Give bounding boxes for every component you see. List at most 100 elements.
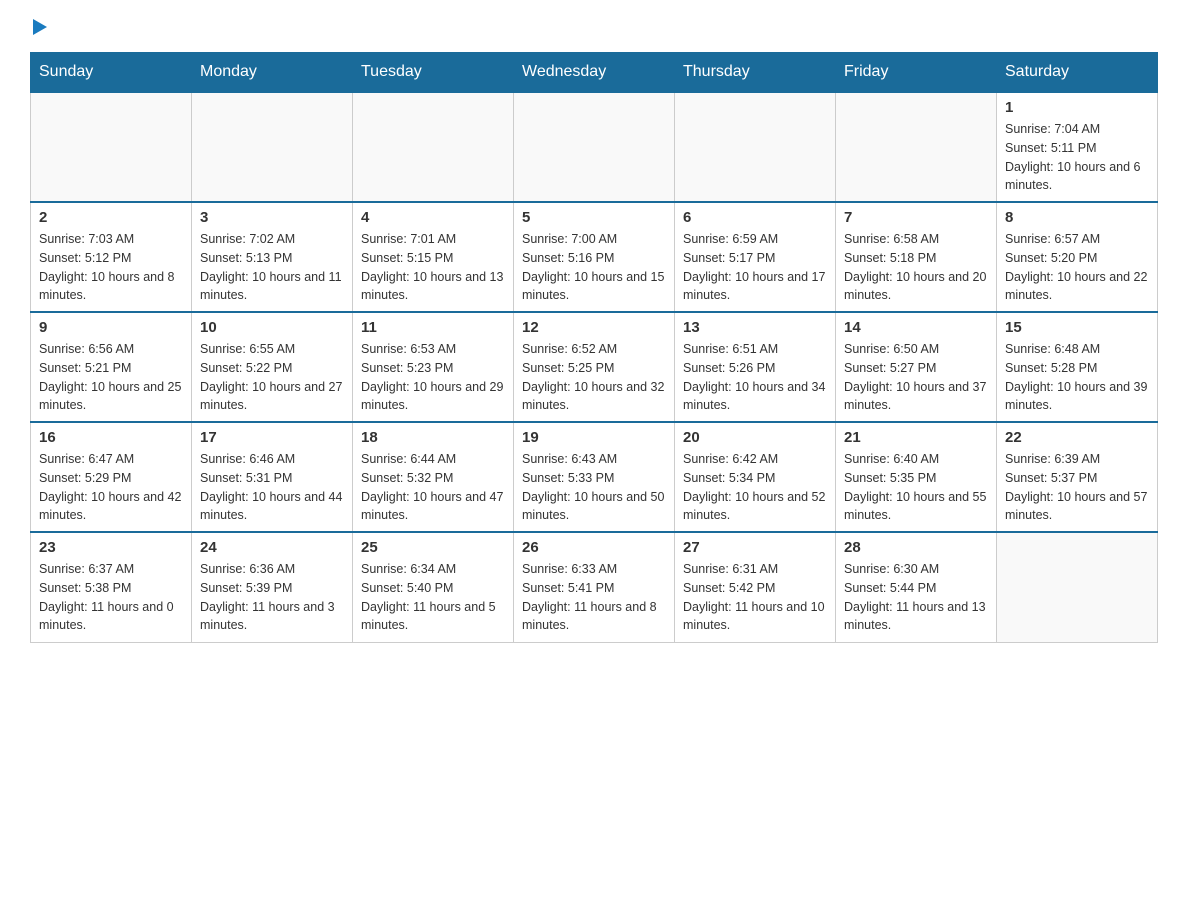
- day-number: 23: [39, 539, 183, 556]
- day-info: Sunrise: 6:37 AMSunset: 5:38 PMDaylight:…: [39, 560, 183, 635]
- calendar-cell: 26 Sunrise: 6:33 AMSunset: 5:41 PMDayligh…: [514, 532, 675, 642]
- day-number: 1: [1005, 99, 1149, 116]
- calendar-cell: 20 Sunrise: 6:42 AMSunset: 5:34 PMDayligh…: [675, 422, 836, 532]
- calendar-week-5: 23 Sunrise: 6:37 AMSunset: 5:38 PMDayligh…: [31, 532, 1158, 642]
- calendar-header: SundayMondayTuesdayWednesdayThursdayFrid…: [31, 53, 1158, 93]
- calendar-cell: 10 Sunrise: 6:55 AMSunset: 5:22 PMDayligh…: [192, 312, 353, 422]
- logo: [30, 20, 47, 36]
- calendar-cell: 23 Sunrise: 6:37 AMSunset: 5:38 PMDayligh…: [31, 532, 192, 642]
- calendar-cell: [31, 92, 192, 202]
- day-number: 6: [683, 209, 827, 226]
- day-info: Sunrise: 6:33 AMSunset: 5:41 PMDaylight:…: [522, 560, 666, 635]
- day-number: 10: [200, 319, 344, 336]
- day-of-week-thursday: Thursday: [675, 53, 836, 93]
- day-info: Sunrise: 6:48 AMSunset: 5:28 PMDaylight:…: [1005, 340, 1149, 415]
- calendar-cell: 24 Sunrise: 6:36 AMSunset: 5:39 PMDayligh…: [192, 532, 353, 642]
- day-info: Sunrise: 6:59 AMSunset: 5:17 PMDaylight:…: [683, 230, 827, 305]
- calendar-table: SundayMondayTuesdayWednesdayThursdayFrid…: [30, 52, 1158, 643]
- day-info: Sunrise: 7:02 AMSunset: 5:13 PMDaylight:…: [200, 230, 344, 305]
- calendar-cell: 17 Sunrise: 6:46 AMSunset: 5:31 PMDayligh…: [192, 422, 353, 532]
- day-info: Sunrise: 6:55 AMSunset: 5:22 PMDaylight:…: [200, 340, 344, 415]
- day-number: 26: [522, 539, 666, 556]
- day-number: 15: [1005, 319, 1149, 336]
- calendar-cell: 1 Sunrise: 7:04 AMSunset: 5:11 PMDaylight…: [997, 92, 1158, 202]
- day-info: Sunrise: 6:39 AMSunset: 5:37 PMDaylight:…: [1005, 450, 1149, 525]
- day-of-week-wednesday: Wednesday: [514, 53, 675, 93]
- calendar-cell: 4Sunrise: 7:01 AMSunset: 5:15 PMDaylight…: [353, 202, 514, 312]
- day-info: Sunrise: 6:50 AMSunset: 5:27 PMDaylight:…: [844, 340, 988, 415]
- day-number: 22: [1005, 429, 1149, 446]
- calendar-cell: 15 Sunrise: 6:48 AMSunset: 5:28 PMDayligh…: [997, 312, 1158, 422]
- day-number: 13: [683, 319, 827, 336]
- calendar-cell: 14 Sunrise: 6:50 AMSunset: 5:27 PMDayligh…: [836, 312, 997, 422]
- day-info: Sunrise: 6:34 AMSunset: 5:40 PMDaylight:…: [361, 560, 505, 635]
- day-info: Sunrise: 6:53 AMSunset: 5:23 PMDaylight:…: [361, 340, 505, 415]
- day-of-week-sunday: Sunday: [31, 53, 192, 93]
- day-info: Sunrise: 7:04 AMSunset: 5:11 PMDaylight:…: [1005, 120, 1149, 195]
- day-number: 16: [39, 429, 183, 446]
- calendar-cell: 12 Sunrise: 6:52 AMSunset: 5:25 PMDayligh…: [514, 312, 675, 422]
- calendar-cell: 16 Sunrise: 6:47 AMSunset: 5:29 PMDayligh…: [31, 422, 192, 532]
- day-info: Sunrise: 6:36 AMSunset: 5:39 PMDaylight:…: [200, 560, 344, 635]
- day-number: 19: [522, 429, 666, 446]
- calendar-cell: 22 Sunrise: 6:39 AMSunset: 5:37 PMDayligh…: [997, 422, 1158, 532]
- day-number: 14: [844, 319, 988, 336]
- day-info: Sunrise: 6:58 AMSunset: 5:18 PMDaylight:…: [844, 230, 988, 305]
- calendar-cell: 11 Sunrise: 6:53 AMSunset: 5:23 PMDayligh…: [353, 312, 514, 422]
- day-number: 17: [200, 429, 344, 446]
- calendar-cell: 8Sunrise: 6:57 AMSunset: 5:20 PMDaylight…: [997, 202, 1158, 312]
- day-info: Sunrise: 6:30 AMSunset: 5:44 PMDaylight:…: [844, 560, 988, 635]
- day-number: 5: [522, 209, 666, 226]
- day-number: 28: [844, 539, 988, 556]
- day-info: Sunrise: 6:43 AMSunset: 5:33 PMDaylight:…: [522, 450, 666, 525]
- day-number: 7: [844, 209, 988, 226]
- calendar-cell: 3 Sunrise: 7:02 AMSunset: 5:13 PMDaylight…: [192, 202, 353, 312]
- day-number: 12: [522, 319, 666, 336]
- day-number: 27: [683, 539, 827, 556]
- day-number: 18: [361, 429, 505, 446]
- calendar-cell: [514, 92, 675, 202]
- day-info: Sunrise: 6:47 AMSunset: 5:29 PMDaylight:…: [39, 450, 183, 525]
- calendar-cell: [675, 92, 836, 202]
- day-number: 20: [683, 429, 827, 446]
- day-info: Sunrise: 6:31 AMSunset: 5:42 PMDaylight:…: [683, 560, 827, 635]
- day-of-week-monday: Monday: [192, 53, 353, 93]
- day-number: 24: [200, 539, 344, 556]
- day-info: Sunrise: 6:56 AMSunset: 5:21 PMDaylight:…: [39, 340, 183, 415]
- day-info: Sunrise: 6:52 AMSunset: 5:25 PMDaylight:…: [522, 340, 666, 415]
- day-info: Sunrise: 6:42 AMSunset: 5:34 PMDaylight:…: [683, 450, 827, 525]
- day-number: 8: [1005, 209, 1149, 226]
- calendar-cell: [836, 92, 997, 202]
- day-of-week-friday: Friday: [836, 53, 997, 93]
- calendar-cell: 2 Sunrise: 7:03 AMSunset: 5:12 PMDaylight…: [31, 202, 192, 312]
- calendar-cell: 19 Sunrise: 6:43 AMSunset: 5:33 PMDayligh…: [514, 422, 675, 532]
- day-number: 3: [200, 209, 344, 226]
- calendar-cell: 7 Sunrise: 6:58 AMSunset: 5:18 PMDaylight…: [836, 202, 997, 312]
- calendar-cell: 5 Sunrise: 7:00 AMSunset: 5:16 PMDaylight…: [514, 202, 675, 312]
- calendar-cell: [353, 92, 514, 202]
- calendar-cell: 6 Sunrise: 6:59 AMSunset: 5:17 PMDaylight…: [675, 202, 836, 312]
- day-info: Sunrise: 6:46 AMSunset: 5:31 PMDaylight:…: [200, 450, 344, 525]
- calendar-cell: 13Sunrise: 6:51 AMSunset: 5:26 PMDayligh…: [675, 312, 836, 422]
- calendar-cell: 21 Sunrise: 6:40 AMSunset: 5:35 PMDayligh…: [836, 422, 997, 532]
- day-of-week-tuesday: Tuesday: [353, 53, 514, 93]
- day-info: Sunrise: 6:40 AMSunset: 5:35 PMDaylight:…: [844, 450, 988, 525]
- logo-arrow-icon: [33, 19, 47, 35]
- day-number: 21: [844, 429, 988, 446]
- day-number: 25: [361, 539, 505, 556]
- header: [30, 20, 1158, 36]
- day-number: 2: [39, 209, 183, 226]
- calendar-week-2: 2 Sunrise: 7:03 AMSunset: 5:12 PMDaylight…: [31, 202, 1158, 312]
- day-number: 4: [361, 209, 505, 226]
- calendar-cell: [192, 92, 353, 202]
- calendar-cell: 25 Sunrise: 6:34 AMSunset: 5:40 PMDayligh…: [353, 532, 514, 642]
- day-info: Sunrise: 7:00 AMSunset: 5:16 PMDaylight:…: [522, 230, 666, 305]
- calendar-cell: 28 Sunrise: 6:30 AMSunset: 5:44 PMDayligh…: [836, 532, 997, 642]
- day-number: 9: [39, 319, 183, 336]
- day-number: 11: [361, 319, 505, 336]
- day-info: Sunrise: 6:44 AMSunset: 5:32 PMDaylight:…: [361, 450, 505, 525]
- day-info: Sunrise: 7:03 AMSunset: 5:12 PMDaylight:…: [39, 230, 183, 305]
- day-of-week-saturday: Saturday: [997, 53, 1158, 93]
- calendar-cell: 18 Sunrise: 6:44 AMSunset: 5:32 PMDayligh…: [353, 422, 514, 532]
- calendar-cell: [997, 532, 1158, 642]
